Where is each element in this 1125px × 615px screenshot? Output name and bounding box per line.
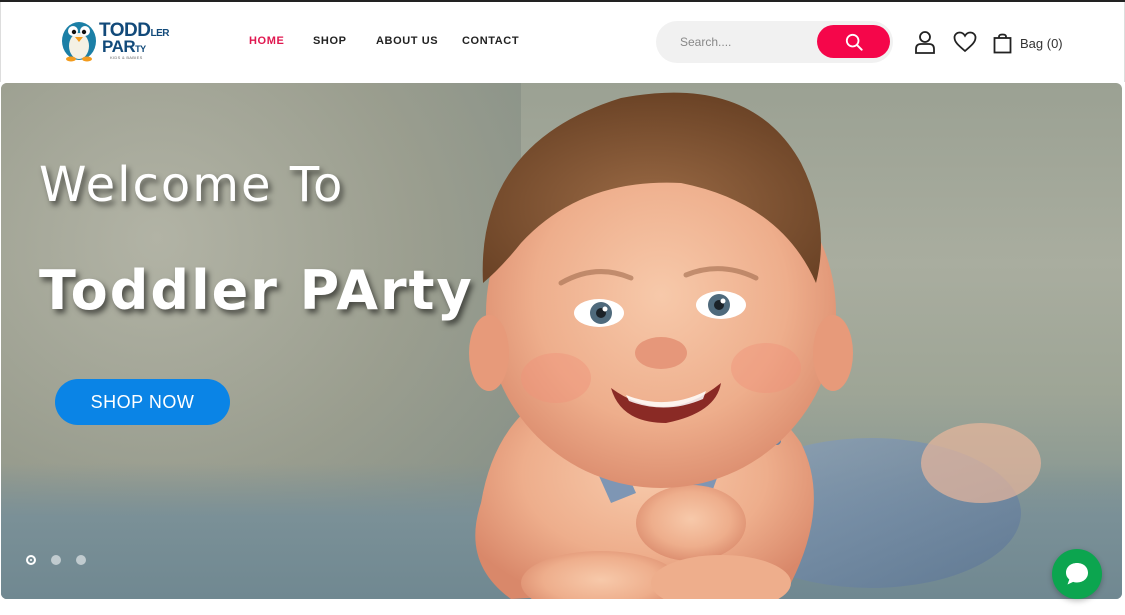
- nav-contact[interactable]: CONTACT: [462, 35, 519, 47]
- bag-button[interactable]: Bag (0): [993, 31, 1063, 55]
- logo-tagline: KIDS & BABIES: [110, 55, 143, 60]
- nav-shop[interactable]: SHOP: [313, 35, 347, 47]
- user-icon: [915, 31, 935, 54]
- baby-photo: [469, 92, 1041, 599]
- nav-home[interactable]: HOME: [249, 35, 284, 47]
- chat-icon: [1066, 563, 1088, 585]
- account-button[interactable]: [912, 29, 938, 55]
- penguin-logo-icon: [62, 22, 96, 62]
- nav-about-us[interactable]: ABOUT US: [376, 35, 438, 47]
- wishlist-button[interactable]: [952, 29, 978, 55]
- hero-title-line1: Welcome To: [39, 157, 345, 213]
- bag-icon: [993, 33, 1012, 53]
- slider-dot-3[interactable]: [76, 555, 86, 565]
- hero-slider: Welcome To Toddler PArty SHOP NOW: [1, 83, 1122, 599]
- hero-title-line2: Toddler PArty: [39, 259, 474, 322]
- shop-now-button[interactable]: SHOP NOW: [55, 379, 230, 425]
- search-icon: [845, 33, 863, 51]
- logo-text-line2: PARTY: [102, 37, 146, 56]
- bag-label: Bag (0): [1020, 35, 1063, 51]
- heart-icon: [953, 31, 977, 53]
- search-button[interactable]: [817, 25, 890, 58]
- slider-dot-1[interactable]: [26, 555, 36, 565]
- site-header: TODDLER PARTY KIDS & BABIES HOME SHOP AB…: [0, 2, 1125, 82]
- logo[interactable]: TODDLER PARTY KIDS & BABIES: [59, 16, 169, 64]
- search-bar: [656, 21, 893, 63]
- search-input[interactable]: [680, 32, 810, 52]
- chat-button[interactable]: [1052, 549, 1102, 599]
- slider-dot-2[interactable]: [51, 555, 61, 565]
